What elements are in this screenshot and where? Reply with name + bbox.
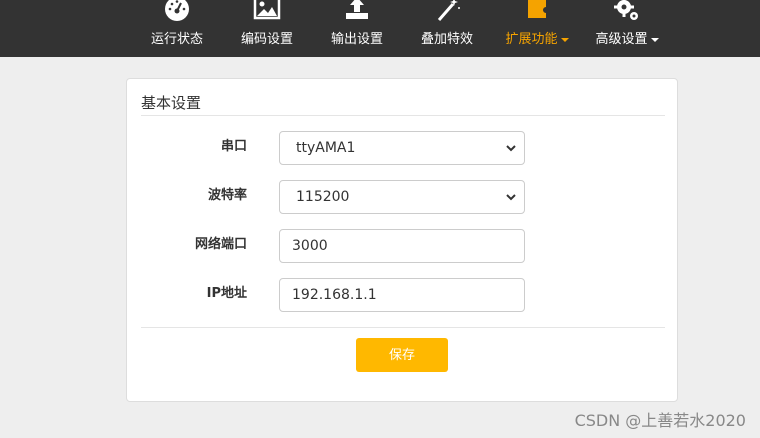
gears-icon (614, 0, 638, 20)
nav-item-advanced[interactable]: 高级设置 (588, 0, 666, 57)
serial-port-value: ttyAMA1 (296, 140, 356, 156)
nav-label: 叠加特效 (420, 32, 473, 47)
nav-item-status[interactable]: 运行状态 (140, 0, 214, 57)
basic-settings-panel: 基本设置 串口 ttyAMA1 波特率 115200 网络端口 IP地址 保存 (126, 78, 678, 402)
magic-wand-icon (437, 0, 460, 21)
nav-label: 编码设置 (240, 32, 293, 47)
serial-port-select[interactable]: ttyAMA1 (279, 131, 525, 165)
nav-item-extensions[interactable]: 扩展功能 (498, 0, 576, 57)
serial-port-label: 串口 (220, 139, 247, 154)
ip-address-input[interactable] (279, 278, 525, 312)
nav-label: 运行状态 (150, 32, 203, 47)
network-port-input[interactable] (279, 229, 525, 263)
baud-rate-value: 115200 (296, 189, 350, 205)
nav-item-output[interactable]: 输出设置 (320, 0, 394, 57)
nav-label: 高级设置 (595, 32, 648, 47)
top-navbar: 运行状态 编码设置 输出设置 叠加特效 扩展功能 高级设置 (0, 0, 760, 57)
nav-label: 输出设置 (330, 32, 383, 47)
chevron-down-icon (506, 194, 516, 201)
nav-item-encoding[interactable]: 编码设置 (230, 0, 304, 57)
upload-icon (346, 0, 368, 19)
nav-item-overlay[interactable]: 叠加特效 (410, 0, 484, 57)
puzzle-icon (528, 0, 546, 18)
nav-label: 扩展功能 (505, 32, 558, 47)
form-legend: 基本设置 (141, 93, 665, 116)
watermark: CSDN @上善若水2020 (574, 411, 746, 430)
save-button[interactable]: 保存 (356, 338, 448, 372)
ip-address-label: IP地址 (206, 286, 247, 301)
chevron-down-icon (506, 145, 516, 152)
image-icon (253, 0, 281, 20)
network-port-label: 网络端口 (194, 237, 247, 252)
baud-rate-label: 波特率 (207, 188, 247, 203)
dashboard-icon (165, 0, 189, 21)
baud-rate-select[interactable]: 115200 (279, 180, 525, 214)
caret-down-icon (650, 37, 659, 42)
caret-down-icon (560, 37, 569, 42)
form-divider (141, 327, 665, 328)
